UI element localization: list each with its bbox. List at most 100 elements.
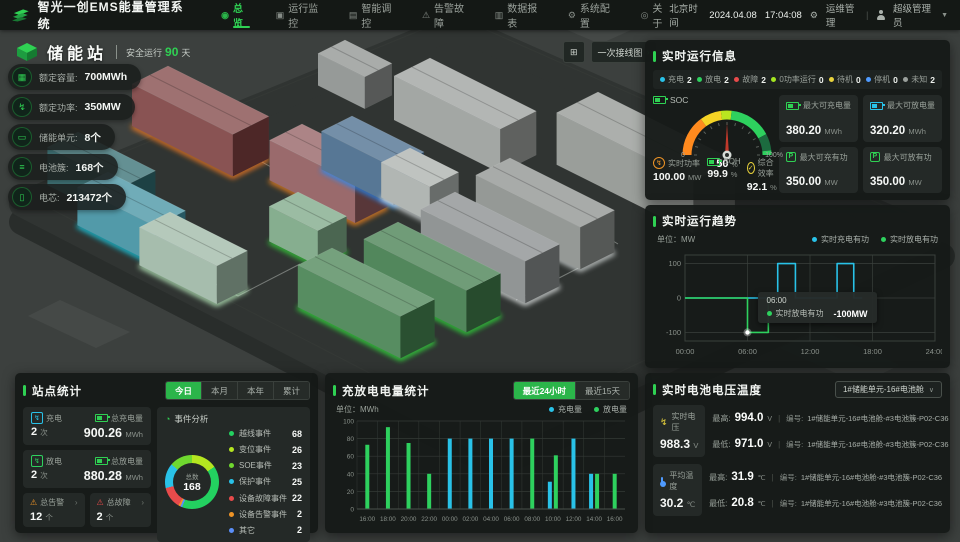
tab-month[interactable]: 本月 <box>201 382 237 399</box>
chevron-down-icon[interactable]: ▼ <box>941 12 948 19</box>
battery-cluster-icon: ≡ <box>12 157 32 177</box>
total-faults-card[interactable]: ⚠总故障› 2 个 <box>90 493 152 527</box>
nav-item-overview[interactable]: ◉总览 <box>221 0 250 30</box>
tab-last-15d[interactable]: 最近15天 <box>575 382 629 399</box>
about-icon: ◎ <box>641 10 649 21</box>
temp-low-line: 最低:20.8℃ | 编号:1#储能单元-16#电池舱-#3电池簇-P02-C3… <box>709 497 942 509</box>
total-alarms-card[interactable]: ⚠总告警› 12 个 <box>23 493 85 527</box>
overview-icon: ◉ <box>221 10 229 21</box>
event-row: 变位事件26 <box>229 444 302 455</box>
svg-text:12:00: 12:00 <box>801 347 820 356</box>
svg-text:02:00: 02:00 <box>463 516 479 523</box>
nav-item-alarm[interactable]: ⚠告警故障 <box>422 0 469 30</box>
station-name: 储能站 <box>47 40 107 64</box>
svg-text:18:00: 18:00 <box>863 347 882 356</box>
layout-toggle-button[interactable]: ⊞ <box>563 41 585 63</box>
status-unknown: 未知2 <box>903 74 935 85</box>
event-row: SOE事件23 <box>229 460 302 471</box>
status-discharging: 放电2 <box>697 74 729 85</box>
panel-title: 实时运行信息 <box>662 48 737 64</box>
events-donut-chart: 总数 168 <box>165 455 219 509</box>
chevron-right-icon: › <box>141 498 144 507</box>
accent-bar <box>333 385 336 396</box>
svg-text:0: 0 <box>350 507 354 514</box>
event-row: 越线事件68 <box>229 428 302 439</box>
svg-text:04:00: 04:00 <box>483 516 499 523</box>
timezone-label: 北京时间 <box>669 1 701 29</box>
status-zero-power: 0功率运行0 <box>771 74 823 85</box>
accent-bar <box>653 51 656 62</box>
active-power-icon: P <box>786 152 796 162</box>
user-menu[interactable]: 超级管理员 <box>893 1 933 29</box>
station-cube-icon <box>16 42 38 62</box>
soh-battery-icon <box>707 158 720 166</box>
chart-tooltip: 06:00 实时放电有功-100MW <box>758 292 877 323</box>
tab-last-24h[interactable]: 最近24小时 <box>514 382 575 399</box>
max-charge-power-card: P最大可充有功 350.00 MW <box>779 147 858 194</box>
events-legend: 越线事件68 变位事件26 SOE事件23 保护事件25 设备故障事件22 设备… <box>229 428 302 536</box>
event-analysis-card: ◔事件分析 总数 168 越线事件68 变位事件26 SOE事件23 保护事件2… <box>157 407 310 542</box>
svg-text:14:00: 14:00 <box>586 516 602 523</box>
voltage-icon: ↯ <box>660 417 668 428</box>
storage-unit-icon: ▭ <box>12 127 32 147</box>
svg-text:20: 20 <box>347 489 355 496</box>
logo-icon <box>12 8 31 22</box>
stat-power: ↯额定功率:350MW <box>8 94 135 120</box>
panel-title: 实时运行趋势 <box>662 213 737 229</box>
battery-cabin-selector[interactable]: 1#储能单元-16#电池舱∨ <box>835 381 942 398</box>
svg-text:-100: -100 <box>666 328 681 337</box>
power-icon: ↯ <box>653 157 665 169</box>
energy-legend: 充电量 放电量 <box>549 404 627 415</box>
tab-year[interactable]: 本年 <box>237 382 273 399</box>
stat-clusters: ≡电池簇:168个 <box>8 154 118 180</box>
charge-summary-card: ↯充电 总充电量 2 次 900.26 MWh <box>23 407 151 445</box>
top-nav: 智光一创EMS能量管理系统 ◉总览 ▣运行监控 ▤智能调控 ⚠告警故障 ▥数据报… <box>0 0 960 30</box>
legend-discharge: 实时放电有功 <box>881 234 938 245</box>
svg-text:40: 40 <box>347 471 355 478</box>
panel-title: 实时电池电压温度 <box>662 382 762 398</box>
nav-item-monitor[interactable]: ▣运行监控 <box>276 0 323 30</box>
battery-cell-icon: ▯ <box>12 187 32 207</box>
app-logo: 智光一创EMS能量管理系统 <box>0 0 199 32</box>
safety-label: 安全运行 <box>126 46 162 59</box>
energy-stats-panel: 充放电电量统计 最近24小时 最近15天 单位：MWh 充电量 放电量 0 20 4… <box>325 373 638 533</box>
realtime-voltage-card: ↯实时电压 988.3 V <box>653 405 705 457</box>
legend-charge: 充电量 <box>549 404 582 415</box>
monitor-icon: ▣ <box>276 10 285 21</box>
nav-item-settings[interactable]: ⚙系统配置 <box>568 0 615 30</box>
nav-item-about[interactable]: ◎关于 <box>641 0 670 30</box>
svg-text:10:00: 10:00 <box>545 516 561 523</box>
discharge-icon: ↯ <box>31 455 43 467</box>
event-analysis-icon: ◔ <box>165 414 170 424</box>
ops-management-link[interactable]: 运维管理 <box>826 1 858 29</box>
trend-legend: 实时充电有功 实时放电有功 <box>812 234 938 245</box>
stat-cells: ▯电芯:213472个 <box>8 184 126 210</box>
power-rating-icon: ↯ <box>12 97 32 117</box>
safety-unit: 天 <box>181 46 190 59</box>
trend-unit-label: 单位：MW <box>657 234 695 245</box>
voltage-low-line: 最低:971.0V | 编号:1#储能单元-16#电池舱-#3电池簇-P02-C… <box>712 438 948 450</box>
panel-title: 充放电电量统计 <box>342 383 430 399</box>
nav-item-control[interactable]: ▤智能调控 <box>349 0 396 30</box>
control-icon: ▤ <box>349 10 358 21</box>
avg-temperature-card: 平均温度 30.2 ℃ <box>653 464 702 516</box>
settings-icon: ⚙ <box>568 10 576 21</box>
tab-today[interactable]: 今日 <box>166 382 201 399</box>
svg-text:100: 100 <box>668 259 681 268</box>
ops-icon: ⚙ <box>810 10 818 21</box>
svg-text:06:00: 06:00 <box>504 516 520 523</box>
nav-item-report[interactable]: ▥数据报表 <box>495 0 542 30</box>
title-divider <box>116 45 117 59</box>
tab-total[interactable]: 累计 <box>273 382 309 399</box>
svg-text:60: 60 <box>347 454 355 461</box>
soc-gauge-zone: SOC 0 100% 50 % ↯实时功率 100.00 MW SOH 99.9… <box>653 95 773 193</box>
line-divider: | <box>778 440 780 449</box>
station-header: 储能站 安全运行 90 天 <box>16 40 190 64</box>
line-divider: | <box>778 414 780 423</box>
status-charging: 充电2 <box>660 74 692 85</box>
donut-total-value: 168 <box>183 481 201 493</box>
fault-icon: ⚠ <box>97 498 104 507</box>
alarm-icon: ⚠ <box>422 10 430 21</box>
energy-unit-label: 单位：MWh <box>336 404 379 415</box>
realtime-info-panel: 实时运行信息 充电2 放电2 故障2 0功率运行0 待机0 停机0 未知2 SO… <box>645 40 950 200</box>
